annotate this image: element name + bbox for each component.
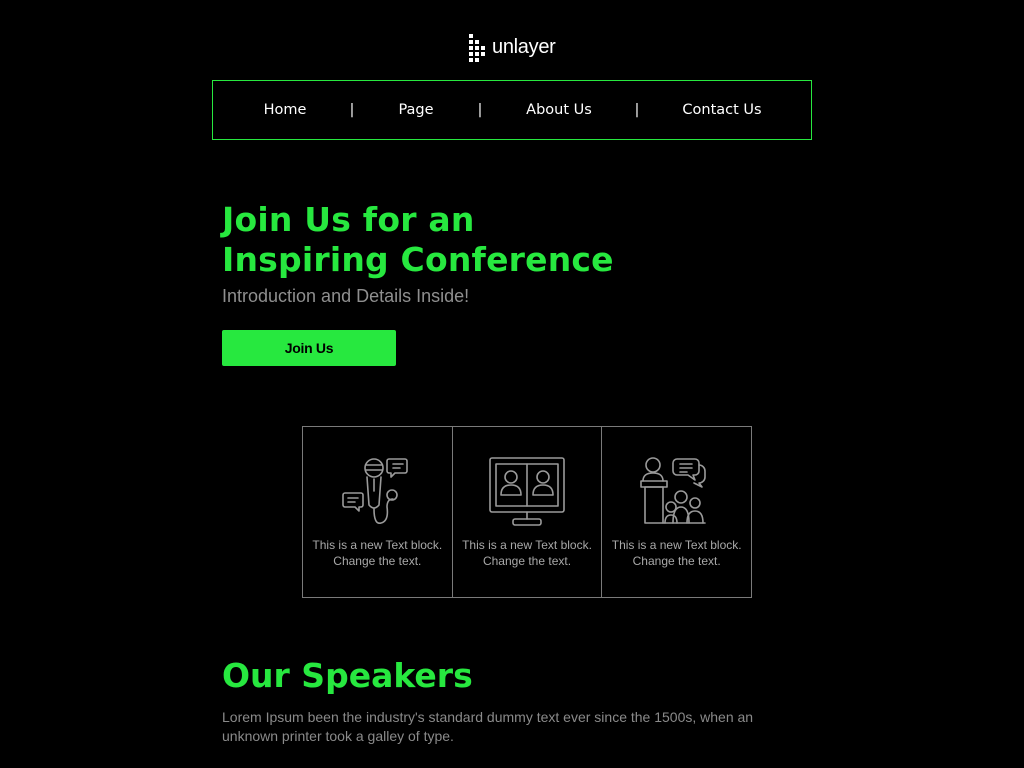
feature-text: This is a new Text block. Change the tex…: [462, 538, 592, 568]
logo[interactable]: unlayer: [468, 32, 556, 62]
feature-card: This is a new Text block. Change the tex…: [303, 427, 453, 597]
main-nav: Home | Page | About Us | Contact Us: [212, 80, 812, 140]
nav-separator: |: [477, 102, 483, 118]
nav-item-page[interactable]: Page: [398, 81, 433, 139]
nav-item-about-us[interactable]: About Us: [526, 81, 592, 139]
microphone-chat-icon: [342, 458, 409, 525]
video-conference-icon: [489, 457, 565, 526]
nav-separator: |: [349, 102, 355, 118]
unlayer-logo-icon: [469, 34, 485, 62]
features-grid: This is a new Text block. Change the tex…: [302, 426, 752, 598]
join-us-button[interactable]: Join Us: [222, 330, 396, 366]
speaker-audience-icon: [639, 457, 706, 524]
speakers-description: Lorem Ipsum been the industry's standard…: [222, 709, 754, 744]
speakers-title: Our Speakers: [222, 656, 473, 695]
hero-title: Join Us for an Inspiring Conference: [222, 200, 614, 279]
nav-item-contact-us[interactable]: Contact Us: [682, 81, 761, 139]
feature-text: This is a new Text block. Change the tex…: [611, 538, 742, 568]
feature-card: This is a new Text block. Change the tex…: [602, 427, 751, 597]
feature-text: This is a new Text block. Change the tex…: [312, 538, 443, 568]
nav-separator: |: [634, 102, 640, 118]
feature-card: This is a new Text block. Change the tex…: [453, 427, 603, 597]
hero-subtitle: Introduction and Details Inside!: [222, 286, 470, 306]
logo-text: unlayer: [492, 35, 556, 58]
nav-item-home[interactable]: Home: [264, 81, 307, 139]
